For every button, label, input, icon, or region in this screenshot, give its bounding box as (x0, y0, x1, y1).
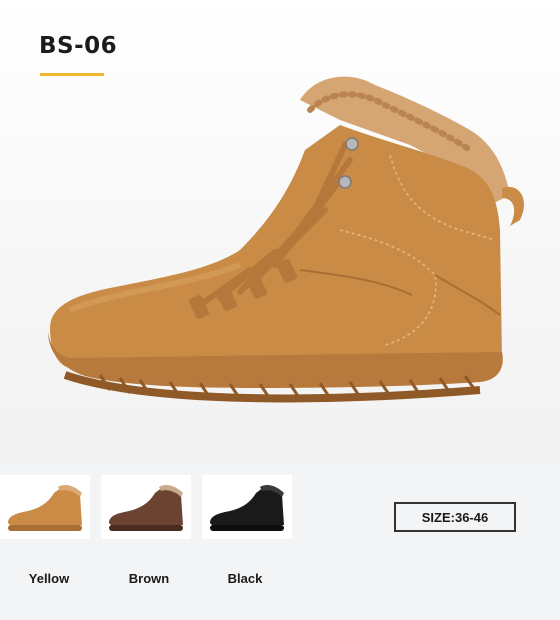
size-range-badge: SIZE:36-46 (394, 502, 516, 532)
boot-thumbnail-black (210, 485, 284, 531)
variant-swatch-brown[interactable] (101, 475, 191, 539)
boot-thumbnail-brown (109, 485, 183, 531)
product-model-title: BS-06 (39, 33, 118, 59)
variant-swatch-black[interactable] (202, 475, 292, 539)
hero-boot-image (48, 76, 524, 403)
variant-swatch-yellow[interactable] (0, 475, 90, 539)
variant-label-brown: Brown (128, 571, 170, 586)
variant-label-black: Black (227, 571, 263, 586)
variant-label-yellow: Yellow (28, 571, 70, 586)
boot-thumbnail-yellow (8, 485, 82, 531)
